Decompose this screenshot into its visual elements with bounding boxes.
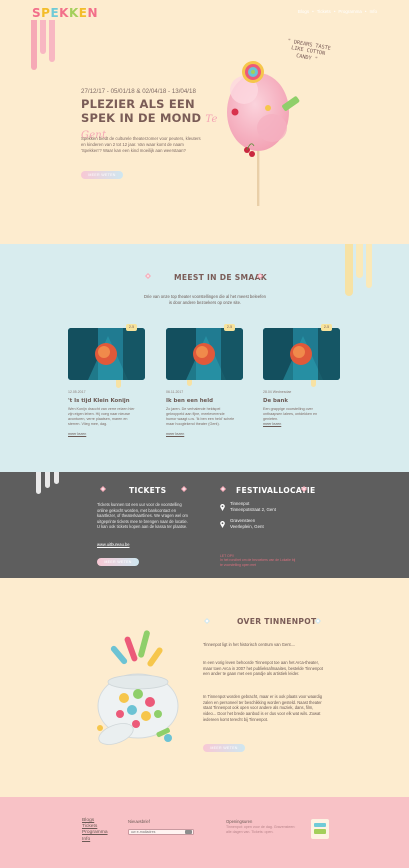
newsletter-submit-button[interactable]	[185, 829, 192, 835]
popular-section: MEEST IN DE SMAAK Drie van onze top thea…	[0, 244, 409, 472]
about-more-button[interactable]: MEER WETEN	[203, 744, 245, 752]
footer: Blogs Tickets Programma Info Nieuwsbrief…	[0, 797, 409, 868]
decorative-drip	[116, 380, 121, 388]
logo-letter: N	[87, 6, 99, 20]
decorative-drip	[187, 380, 192, 386]
age-badge: 2-5	[224, 324, 235, 331]
logo-letter: P	[41, 6, 51, 20]
logo[interactable]: SPEKKEN	[32, 6, 98, 20]
logo-letter: K	[68, 6, 79, 20]
logo-letter: S	[32, 6, 42, 20]
decorative-drip	[54, 472, 59, 484]
logo-letter: K	[59, 6, 69, 20]
tickets-text: Tickets kunnen tot een uur voor de voors…	[97, 502, 188, 530]
show-card-text: Zo jaren. De verhalende heldspel gekropp…	[166, 407, 235, 426]
location-item: Tinnenpot Tinnenpotstraat 2, Gent	[230, 501, 276, 512]
diamond-icon	[181, 486, 187, 492]
show-card-date: 06.11.2017	[166, 390, 184, 394]
read-more-link[interactable]: meer lezen	[263, 422, 281, 426]
diamond-icon	[145, 273, 151, 279]
popular-intro: Drie van onze top theater voorstellingen…	[144, 294, 266, 305]
newsletter-label: Nieuwsbrief	[128, 819, 150, 824]
hours-label: Openingsuren	[226, 819, 253, 824]
tickets-link[interactable]: www.uitbureau.be	[97, 542, 130, 548]
nav-separator: •	[333, 9, 336, 14]
diamond-icon	[204, 618, 210, 624]
logo-letter: E	[50, 6, 60, 20]
about-paragraph: In Tinnenpot worden gebracht, maar er is…	[203, 694, 323, 722]
about-title: OVER TINNENPOT	[237, 617, 317, 626]
show-card-date: 12.05.2017	[68, 390, 86, 394]
about-paragraph: In een vorig leven behoorde Tinnenpot to…	[203, 660, 323, 677]
hero-text: Spekken biedt de culturele theaterzomer …	[81, 136, 201, 153]
diamond-icon	[315, 618, 321, 624]
hero-more-button[interactable]: MEER WETEN	[81, 171, 123, 179]
location-notice: LET OP!! In het rondhet om de bezoekers …	[220, 554, 296, 567]
nav-item-tickets[interactable]: Tickets	[317, 9, 331, 14]
decorative-drip	[311, 380, 316, 387]
tickets-title: TICKETS	[129, 486, 167, 495]
footer-link-info[interactable]: Info	[82, 837, 108, 843]
tickets-location-section: TICKETS Tickets kunnen tot een uur voor …	[0, 472, 409, 578]
logo-letter: E	[78, 6, 88, 20]
show-card-text: Een grappige voorstelling over onthaapse…	[263, 407, 318, 421]
hero-dates: 27/12/17 - 05/01/18 & 02/04/18 - 13/04/1…	[81, 88, 196, 95]
nav-item-info[interactable]: Info	[369, 9, 377, 14]
candy-jar-illustration	[97, 630, 179, 745]
nav-separator: •	[312, 9, 314, 14]
age-badge: 2-5	[321, 324, 332, 331]
show-card-image[interactable]	[166, 328, 243, 380]
location-address: Veerleplein, Gent	[230, 523, 264, 529]
nav-item-programma[interactable]: Programma	[338, 9, 362, 14]
tickets-more-button[interactable]: MEER WETEN	[97, 558, 139, 566]
nav-separator: •	[364, 9, 367, 14]
hero-title-text: PLEZIER ALS EEN SPEK IN DE MOND	[81, 97, 202, 125]
cotton-candy-illustration	[227, 61, 300, 206]
map-pin-icon	[220, 521, 225, 528]
show-card-title[interactable]: 't Is tijd Klein Konijn	[68, 398, 130, 404]
diamond-icon	[100, 486, 106, 492]
popular-title: MEEST IN DE SMAAK	[174, 273, 267, 282]
read-more-link[interactable]: meer lezen	[166, 432, 184, 436]
show-card-title[interactable]: De bank	[263, 398, 288, 404]
diamond-icon	[220, 486, 226, 492]
partner-logo	[311, 819, 329, 839]
location-item: Gravensteen Veerleplein, Gent	[230, 518, 264, 529]
map-pin-icon	[220, 504, 225, 511]
show-card-date: 28.04 Wednesdae	[263, 390, 292, 394]
show-card-text: Wen Konijn draccht van verre reizen hier…	[68, 407, 135, 426]
location-address: Tinnenpotstraat 2, Gent	[230, 506, 276, 512]
decorative-drip	[366, 244, 372, 288]
about-paragraph: Tinnenpot ligt in het historisch centrum…	[203, 642, 296, 647]
show-card-image[interactable]	[263, 328, 340, 380]
diamond-icon	[301, 486, 307, 492]
show-card-title[interactable]: Ik ben een held	[166, 398, 213, 404]
hours-text: Tinnenpot: open voor de dag. Gravensteen…	[226, 825, 296, 834]
show-card-image[interactable]	[68, 328, 145, 380]
decorative-drip	[345, 244, 353, 296]
about-section: OVER TINNENPOT Tinnenpot ligt in het his…	[0, 578, 409, 797]
page: SPEKKEN Blogs • Tickets • Programma • In…	[0, 0, 409, 868]
diamond-icon	[257, 273, 263, 279]
notice-text: In het rondhet om de bezoekers van de Lo…	[220, 558, 296, 567]
footer-link-programma[interactable]: Programma	[82, 830, 108, 836]
decorative-drip	[36, 472, 41, 494]
hero-section: SPEKKEN Blogs • Tickets • Programma • In…	[0, 0, 409, 244]
read-more-link[interactable]: meer lezen	[68, 432, 86, 436]
decorative-drip	[356, 244, 363, 278]
footer-nav: Blogs Tickets Programma Info	[82, 818, 108, 843]
age-badge: 2-5	[126, 324, 137, 331]
main-nav: Blogs • Tickets • Programma • Info	[298, 9, 377, 14]
nav-item-blogs[interactable]: Blogs	[298, 9, 309, 14]
decorative-drip	[45, 472, 50, 488]
